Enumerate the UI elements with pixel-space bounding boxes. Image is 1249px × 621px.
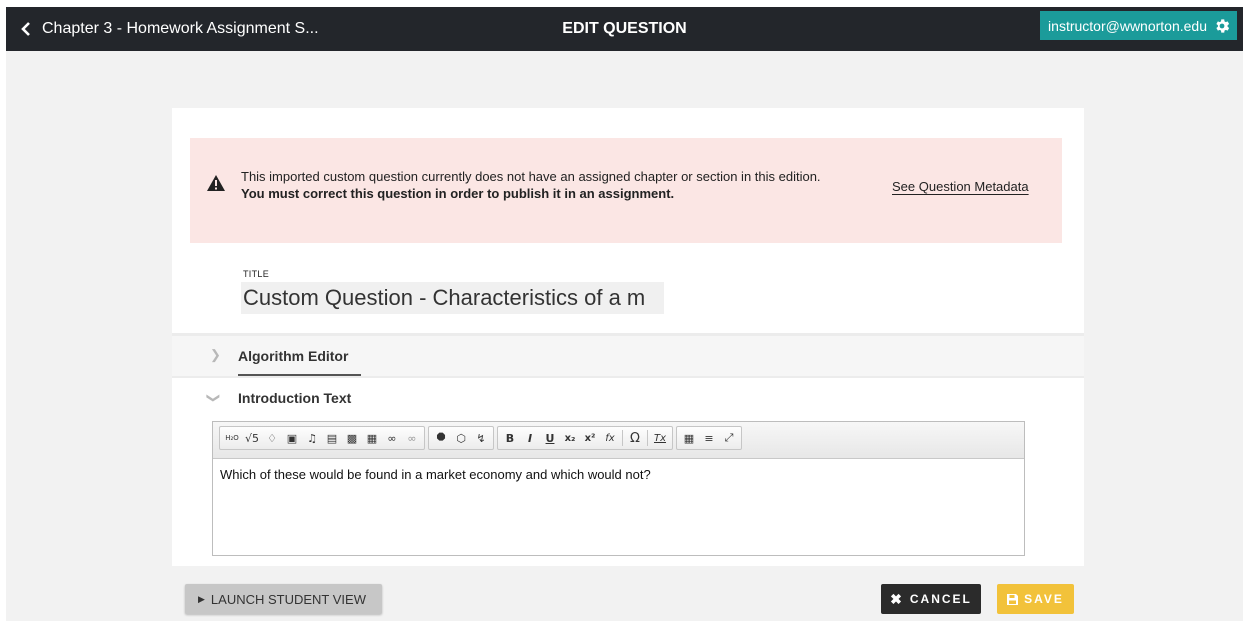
bold-button[interactable]: B	[500, 428, 520, 448]
user-menu-button[interactable]: instructor@wwnorton.edu	[1040, 11, 1237, 40]
link-icon[interactable]: ∞	[382, 428, 402, 448]
editor-toolbar: H₂O √5 ♢ ▣ ♫ ▤ ▩ ▦ ∞ ∞ ⯃ ⬡ ↯ B I U x₂ x²…	[213, 422, 1024, 459]
subscript-button[interactable]: x₂	[560, 428, 580, 448]
remove-format-button[interactable]: Tx	[650, 428, 670, 448]
toolbar-group-layout: ▦ ≡ ⤢	[676, 426, 742, 450]
user-email: instructor@wwnorton.edu	[1048, 17, 1207, 34]
introduction-text-label[interactable]: Introduction Text	[238, 390, 351, 406]
chevron-down-icon[interactable]: ❯	[205, 393, 221, 404]
algorithm-editor-section[interactable]: ❯ Algorithm Editor	[172, 336, 1084, 376]
toolbar-group-format: B I U x₂ x² fx Ω Tx	[497, 426, 673, 450]
editor-content[interactable]: Which of these would be found in a marke…	[213, 459, 1024, 482]
chemistry-button[interactable]: H₂O	[222, 428, 242, 448]
maximize-icon[interactable]: ⤢	[719, 428, 739, 448]
chevron-right-icon: ❯	[210, 347, 221, 362]
special-character-button[interactable]: Ω	[625, 428, 645, 448]
video-icon[interactable]: ▤	[322, 428, 342, 448]
toolbar-group-tools: ⯃ ⬡ ↯	[428, 426, 494, 450]
hexagon-icon[interactable]: ⬡	[451, 428, 471, 448]
app-frame: Chapter 3 - Homework Assignment S... EDI…	[6, 7, 1243, 621]
unlink-icon[interactable]: ∞	[402, 428, 422, 448]
edit-question-card: This imported custom question currently …	[172, 108, 1084, 621]
play-icon: ▶	[198, 593, 205, 604]
launch-student-view-button[interactable]: ▶ LAUNCH STUDENT VIEW	[185, 584, 382, 614]
superscript-button[interactable]: x²	[580, 428, 600, 448]
gear-icon	[1216, 18, 1230, 33]
launch-label: LAUNCH STUDENT VIEW	[210, 591, 366, 607]
formula-button[interactable]: fx	[600, 428, 620, 448]
document-icon[interactable]: ▦	[362, 428, 382, 448]
back-button[interactable]: Chapter 3 - Homework Assignment S...	[20, 7, 319, 51]
back-label: Chapter 3 - Homework Assignment S...	[42, 20, 319, 37]
alert-text: This imported custom question currently …	[241, 169, 821, 184]
stop-icon[interactable]: ⯃	[431, 428, 451, 448]
toolbar-separator	[647, 430, 648, 446]
alert-text-bold: You must correct this question in order …	[241, 186, 675, 201]
underline-button[interactable]: U	[540, 428, 560, 448]
warning-icon	[207, 175, 225, 191]
cancel-label: CANCEL	[909, 592, 972, 606]
math-button[interactable]: √5	[242, 428, 262, 448]
divider	[172, 376, 1084, 378]
close-icon: ✖	[890, 590, 902, 607]
title-label: TITLE	[243, 269, 270, 279]
see-question-metadata-link[interactable]: See Question Metadata	[892, 179, 1029, 194]
toolbar-group-insert: H₂O √5 ♢ ▣ ♫ ▤ ▩ ▦ ∞ ∞	[219, 426, 425, 450]
metadata-alert: This imported custom question currently …	[190, 138, 1062, 243]
alert-message: This imported custom question currently …	[241, 168, 821, 202]
table-icon[interactable]: ▦	[679, 428, 699, 448]
save-label: SAVE	[1024, 592, 1064, 606]
presentation-icon[interactable]: ▩	[342, 428, 362, 448]
save-button[interactable]: SAVE	[997, 584, 1074, 614]
align-icon[interactable]: ≡	[699, 428, 719, 448]
algorithm-editor-label: Algorithm Editor	[238, 348, 349, 364]
footer-bar: ▶ LAUNCH STUDENT VIEW ✖ CANCEL SAVE	[172, 570, 1084, 621]
audio-icon[interactable]: ♫	[302, 428, 322, 448]
cancel-button[interactable]: ✖ CANCEL	[881, 584, 981, 614]
top-bar: Chapter 3 - Homework Assignment S... EDI…	[6, 7, 1243, 51]
rich-text-editor: H₂O √5 ♢ ▣ ♫ ▤ ▩ ▦ ∞ ∞ ⯃ ⬡ ↯ B I U x₂ x²…	[212, 421, 1025, 556]
chevron-left-icon	[21, 22, 30, 36]
image-icon[interactable]: ▣	[282, 428, 302, 448]
italic-button[interactable]: I	[520, 428, 540, 448]
title-field[interactable]: Custom Question - Characteristics of a m	[241, 282, 664, 314]
lightning-icon[interactable]: ↯	[471, 428, 491, 448]
shape-icon[interactable]: ♢	[262, 428, 282, 448]
toolbar-separator	[622, 430, 623, 446]
save-icon	[1007, 593, 1019, 605]
